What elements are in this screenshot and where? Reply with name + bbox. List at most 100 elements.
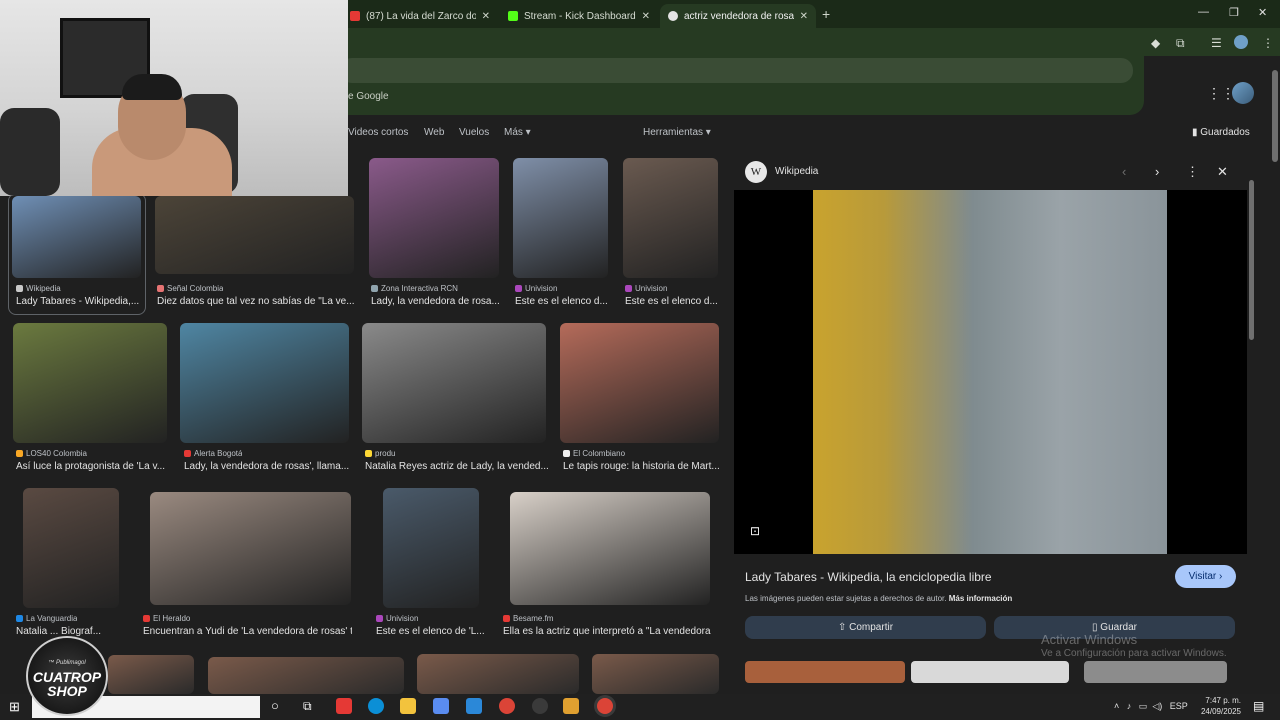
cortana-circle-icon[interactable]: ○ [271, 698, 279, 713]
result-source[interactable]: Señal Colombia [157, 284, 223, 293]
result-source[interactable]: Wikipedia [16, 284, 61, 293]
result-title[interactable]: Lady, la vendedora de rosa... [371, 296, 500, 307]
result-source[interactable]: Univision [625, 284, 667, 293]
result-title[interactable]: Natalia Reyes actriz de Lady, la vended.… [365, 461, 549, 472]
result-title[interactable]: Este es el elenco d... [515, 296, 608, 307]
language-indicator[interactable]: ESP [1170, 701, 1188, 711]
close-panel-icon[interactable]: ✕ [1217, 164, 1228, 180]
nav-vuelos[interactable]: Vuelos [459, 127, 489, 138]
result-image[interactable] [180, 323, 349, 443]
extension-diamond-icon[interactable]: ◆ [1151, 36, 1160, 50]
visit-button[interactable]: Visitar › [1175, 565, 1236, 588]
notifications-icon[interactable]: ▤ [1253, 699, 1264, 713]
result-image[interactable] [150, 492, 351, 605]
media-control-icon[interactable]: ☰ [1211, 36, 1222, 50]
result-source[interactable]: Zona Interactiva RCN [371, 284, 458, 293]
close-tab-icon[interactable]: ✕ [642, 11, 650, 22]
result-image[interactable] [369, 158, 499, 278]
result-image[interactable] [155, 196, 354, 274]
result-source[interactable]: Besame.fm [503, 614, 553, 623]
result-image[interactable] [417, 654, 579, 694]
system-tray[interactable]: ˄ ♪ ▭ ◁) ESP [1114, 701, 1188, 712]
result-title[interactable]: Encuentran a Yudi de 'La vendedora de ro… [143, 626, 352, 637]
nav-web[interactable]: Web [424, 127, 444, 138]
panel-site-name[interactable]: Wikipedia [775, 166, 818, 177]
related-image[interactable] [911, 661, 1069, 683]
result-image[interactable] [592, 654, 719, 694]
account-avatar[interactable] [1232, 82, 1254, 104]
share-button[interactable]: ⇧ Compartir [745, 616, 986, 639]
app-icon[interactable] [336, 698, 352, 714]
close-window-icon[interactable]: ✕ [1258, 6, 1267, 19]
minimize-icon[interactable]: — [1198, 6, 1209, 18]
close-tab-icon[interactable]: ✕ [482, 11, 490, 22]
result-image[interactable] [383, 488, 479, 608]
preview-title[interactable]: Lady Tabares - Wikipedia, la enciclopedi… [745, 570, 992, 584]
result-title[interactable]: Este es el elenco d... [625, 296, 718, 307]
restore-icon[interactable]: ❐ [1229, 6, 1239, 19]
app-icon[interactable] [563, 698, 579, 714]
lens-search-icon[interactable]: ⊡ [750, 524, 760, 538]
saved-button[interactable]: ▮ Guardados [1192, 127, 1250, 138]
microphone-icon[interactable]: ♪ [1127, 701, 1132, 711]
nav-videos-cortos[interactable]: Videos cortos [348, 127, 408, 138]
result-title[interactable]: Natalia ... Biograf... [16, 626, 101, 637]
result-title[interactable]: Diez datos que tal vez no sabías de "La … [157, 296, 355, 307]
search-input[interactable] [340, 58, 1133, 83]
volume-icon[interactable]: ◁) [1152, 701, 1162, 711]
previous-icon[interactable]: ‹ [1122, 164, 1126, 179]
result-source[interactable]: LOS40 Colombia [16, 449, 87, 458]
result-title[interactable]: Ella es la actriz que interpretó a "La v… [503, 626, 711, 637]
tab-zarco-video[interactable]: (87) La vida del Zarco documen ✕ [342, 4, 498, 28]
related-image[interactable] [1084, 661, 1227, 683]
chevron-up-icon[interactable]: ˄ [1114, 701, 1119, 711]
nav-more[interactable]: Más ▾ [504, 127, 531, 138]
google-apps-icon[interactable]: ⋮⋮ [1207, 85, 1235, 102]
search-suggestion[interactable]: e Google [348, 91, 389, 102]
result-title[interactable]: Le tapis rouge: la historia de Mart... [563, 461, 720, 472]
result-image[interactable] [560, 323, 719, 443]
tab-kick-dashboard[interactable]: Stream - Kick Dashboard ✕ [500, 4, 658, 28]
tools-button[interactable]: Herramientas ▾ [643, 127, 711, 138]
result-title[interactable]: Este es el elenco de 'L... [376, 626, 485, 637]
result-image[interactable] [510, 492, 710, 605]
new-tab-plus-icon[interactable]: + [822, 6, 830, 22]
result-title[interactable]: Lady, la vendedora de rosas', llama... [184, 461, 349, 472]
store-icon[interactable] [433, 698, 449, 714]
network-icon[interactable]: ▭ [1139, 701, 1148, 711]
result-image[interactable] [362, 323, 546, 443]
taskbar-time[interactable]: 7:47 p. m. [1201, 696, 1241, 705]
tab-google-search[interactable]: actriz vendedora de rosas - Bus ✕ [660, 4, 816, 28]
result-source[interactable]: Univision [376, 614, 418, 623]
chrome-active-icon[interactable] [597, 698, 613, 714]
result-image[interactable] [12, 196, 141, 278]
edge-icon[interactable] [368, 698, 384, 714]
result-source[interactable]: Univision [515, 284, 557, 293]
result-source[interactable]: El Heraldo [143, 614, 190, 623]
result-image[interactable] [623, 158, 718, 278]
file-explorer-icon[interactable] [400, 698, 416, 714]
obs-icon[interactable] [532, 698, 548, 714]
panel-scroll-thumb[interactable] [1249, 180, 1254, 340]
result-title[interactable]: Lady Tabares - Wikipedia,... [16, 296, 139, 307]
result-image[interactable] [513, 158, 608, 278]
extensions-puzzle-icon[interactable]: ⧉ [1176, 36, 1185, 51]
mail-icon[interactable] [466, 698, 482, 714]
result-source[interactable]: Alerta Bogotá [184, 449, 242, 458]
preview-image[interactable] [813, 190, 1167, 554]
result-image[interactable] [108, 655, 194, 694]
next-icon[interactable]: › [1155, 164, 1159, 179]
result-image[interactable] [23, 488, 119, 608]
related-image[interactable] [745, 661, 905, 683]
close-tab-icon[interactable]: ✕ [800, 11, 808, 22]
profile-avatar[interactable] [1234, 35, 1248, 49]
chrome-icon[interactable] [499, 698, 515, 714]
result-source[interactable]: El Colombiano [563, 449, 625, 458]
taskbar-date[interactable]: 24/09/2025 [1199, 707, 1241, 716]
windows-start-icon[interactable]: ⊞ [9, 699, 20, 715]
page-scroll-thumb[interactable] [1272, 70, 1278, 162]
result-source[interactable]: La Vanguardia [16, 614, 77, 623]
menu-dots-icon[interactable]: ⋮ [1262, 36, 1274, 50]
result-source[interactable]: produ [365, 449, 395, 458]
more-info-link[interactable]: Más información [949, 594, 1013, 603]
